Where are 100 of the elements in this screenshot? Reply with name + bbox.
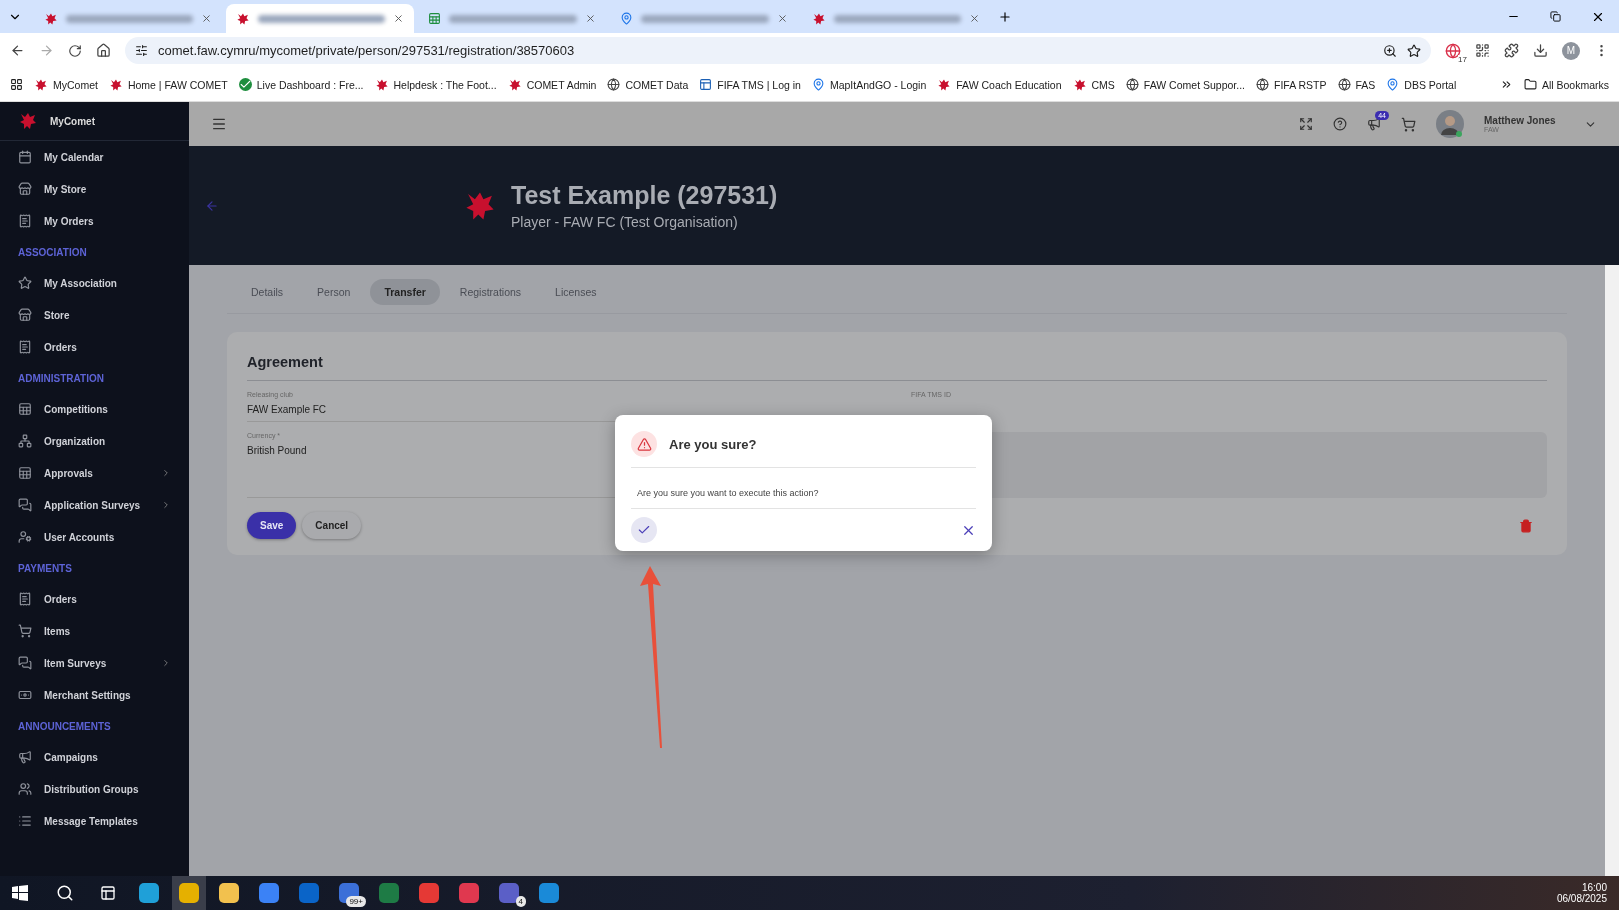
bookmark-link[interactable]: MapItAndGO - Login (829, 78, 927, 91)
sidebar-item[interactable]: Campaigns (44, 751, 171, 763)
app-badge: 4 (515, 896, 526, 907)
search-icon[interactable] (56, 884, 74, 902)
user-gear-icon (18, 530, 32, 544)
megaphone-icon (18, 750, 32, 764)
new-tab-icon[interactable] (998, 9, 1012, 24)
map-pin-icon (1386, 78, 1400, 91)
address-bar[interactable]: comet.faw.cymru/mycomet/private/person/297531/registration/38570603 (125, 37, 1431, 64)
sidebar-item[interactable]: My Calendar (44, 151, 171, 163)
bookmark-star-icon[interactable] (1407, 43, 1421, 58)
back-icon[interactable] (10, 43, 25, 58)
tab[interactable]: Registrations (445, 279, 536, 305)
taskbar-app[interactable]: 99+ (332, 876, 366, 910)
app-badge: 99+ (346, 896, 366, 907)
chevron-right-icon[interactable] (161, 658, 171, 668)
sidebar-item[interactable]: Approvals (44, 467, 149, 479)
site-info-icon[interactable] (135, 44, 148, 57)
bookmark-link[interactable]: Helpdesk : The Foot... (393, 78, 497, 91)
bookmark-link[interactable]: FAW Coach Education (956, 78, 1062, 91)
bookmark-link[interactable]: COMET Admin (526, 78, 597, 91)
help-icon[interactable] (1333, 117, 1347, 131)
check-icon (637, 523, 651, 537)
tab[interactable]: Details (237, 279, 298, 305)
download-icon[interactable] (1533, 43, 1548, 58)
receipt-icon (18, 340, 32, 354)
fullscreen-icon[interactable] (1299, 117, 1313, 131)
scrollbar[interactable] (1605, 265, 1619, 876)
sidebar-item[interactable]: Item Surveys (44, 657, 149, 669)
star-icon (18, 276, 32, 290)
store-icon (18, 308, 32, 322)
sidebar-item[interactable]: Orders (44, 593, 171, 605)
close-icon[interactable] (201, 13, 212, 24)
bookmark-link[interactable]: MyComet (53, 78, 98, 91)
globe-icon (1337, 78, 1351, 91)
zoom-icon[interactable] (1383, 43, 1397, 58)
person-subtitle: Player - FAW FC (Test Organisation) (511, 214, 739, 230)
dragon-logo-icon (812, 11, 826, 26)
apps-icon[interactable] (10, 78, 23, 91)
task-view-icon[interactable] (100, 885, 116, 901)
avatar[interactable] (1436, 110, 1464, 138)
section-heading: ASSOCIATION (17, 245, 88, 260)
chevron-right-icon[interactable] (161, 500, 171, 510)
tab[interactable]: Person (303, 279, 365, 305)
sidebar-item[interactable]: Orders (44, 341, 171, 353)
user-name[interactable]: Matthew Jones (1484, 115, 1564, 126)
sidebar-item[interactable]: My Orders (44, 215, 171, 227)
sidebar-item[interactable]: My Association (44, 277, 171, 289)
delete-icon[interactable] (1519, 518, 1533, 533)
bookmark-link[interactable]: Live Dashboard : Fre... (256, 78, 364, 91)
megaphone-icon[interactable] (1367, 117, 1381, 131)
sidebar-item[interactable]: Application Surveys (44, 499, 149, 511)
form-button[interactable]: Cancel (302, 512, 362, 539)
restore-icon[interactable] (1550, 11, 1561, 22)
sidebar-item[interactable]: Organization (44, 435, 171, 447)
form-button[interactable]: Save (247, 512, 297, 539)
field-value[interactable]: FAW Example FC (247, 404, 883, 415)
close-icon[interactable] (393, 13, 404, 24)
sidebar-item[interactable]: Competitions (44, 403, 171, 415)
bookmark-link[interactable]: DBS Portal (1404, 78, 1457, 91)
home-icon[interactable] (96, 43, 111, 58)
close-icon[interactable] (969, 13, 980, 24)
extension-icon[interactable] (1445, 42, 1461, 59)
receipt-icon (18, 214, 32, 228)
menu-icon[interactable] (211, 116, 227, 132)
extension-badge: 17 (1458, 54, 1467, 64)
bookmark-link[interactable]: FIFA TMS | Log in (717, 78, 801, 91)
receipt-icon (18, 592, 32, 606)
bookmark-link[interactable]: COMET Data (625, 78, 689, 91)
bookmark-link[interactable]: FAW Comet Suppor... (1143, 78, 1245, 91)
tab[interactable]: Licenses (541, 279, 611, 305)
confirm-button[interactable] (631, 517, 657, 543)
sidebar-item[interactable]: Items (44, 625, 171, 637)
section-heading: ANNOUNCEMENTS (17, 719, 112, 734)
all-bookmarks-link[interactable]: All Bookmarks (1541, 78, 1609, 91)
sidebar-item[interactable]: Store (44, 309, 171, 321)
bookmark-link[interactable]: FAS (1355, 78, 1376, 91)
clock-time: 16:00 (1581, 882, 1607, 893)
dragon-logo-icon (18, 111, 38, 131)
windows-start-icon[interactable] (12, 885, 28, 901)
bookmark-link[interactable]: FIFA RSTP (1274, 78, 1327, 91)
globe-icon (1125, 78, 1139, 91)
sidebar-item[interactable]: Merchant Settings (44, 689, 171, 701)
map-pin-icon (811, 78, 825, 91)
tab[interactable]: Transfer (370, 279, 440, 305)
bookmark-link[interactable]: Home | FAW COMET (127, 78, 228, 91)
chevron-right-icon[interactable] (161, 468, 171, 478)
close-icon[interactable] (585, 13, 596, 24)
taskbar-app[interactable]: 4 (492, 876, 526, 910)
sidebar-item[interactable]: Message Templates (44, 815, 171, 827)
qr-code-icon[interactable] (1475, 43, 1490, 58)
sidebar-item[interactable]: My Store (44, 183, 171, 195)
dragon-logo-icon (1072, 77, 1087, 92)
sidebar-item[interactable]: User Accounts (44, 531, 171, 543)
extensions-icon[interactable] (1504, 43, 1519, 58)
close-icon[interactable] (777, 13, 788, 24)
bookmark-link[interactable]: CMS (1091, 78, 1115, 91)
cart-icon[interactable] (1401, 116, 1416, 132)
reload-icon[interactable] (68, 43, 82, 58)
sidebar-item[interactable]: Distribution Groups (44, 783, 171, 795)
